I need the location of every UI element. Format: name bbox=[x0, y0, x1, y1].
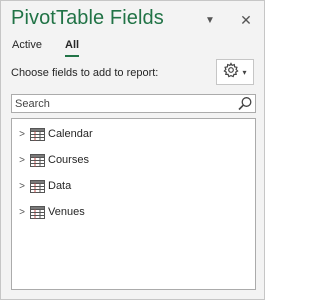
choose-fields-label: Choose fields to add to report: bbox=[11, 67, 159, 79]
search-box bbox=[11, 94, 256, 113]
dropdown-triangle-icon: ▼ bbox=[205, 14, 215, 26]
table-icon bbox=[30, 127, 45, 141]
chevron-right-icon[interactable]: > bbox=[15, 207, 29, 218]
field-list: > Calendar > Courses > Data > Venues bbox=[11, 118, 256, 290]
tab-all[interactable]: All bbox=[65, 39, 80, 57]
gear-icon bbox=[223, 61, 240, 83]
chevron-right-icon[interactable]: > bbox=[15, 181, 29, 192]
chevron-down-icon: ▾ bbox=[242, 67, 247, 77]
field-list-item-courses[interactable]: > Courses bbox=[12, 151, 255, 169]
search-input[interactable] bbox=[15, 96, 235, 111]
chevron-right-icon[interactable]: > bbox=[15, 129, 29, 140]
field-list-item-venues[interactable]: > Venues bbox=[12, 203, 255, 221]
task-pane-options-button[interactable]: ▼ bbox=[202, 11, 218, 29]
table-icon bbox=[30, 205, 45, 219]
search-icon[interactable] bbox=[237, 96, 253, 117]
tab-active-label: Active bbox=[12, 39, 42, 51]
tab-all-label: All bbox=[65, 39, 80, 51]
table-name: Data bbox=[48, 180, 72, 192]
pane-title: PivotTable Fields bbox=[11, 7, 164, 29]
table-name: Calendar bbox=[48, 128, 93, 140]
pivottable-fields-pane: PivotTable Fields ▼ ✕ Active All Choose … bbox=[0, 0, 265, 300]
chevron-right-icon[interactable]: > bbox=[15, 155, 29, 166]
tools-button[interactable]: ▾ bbox=[216, 59, 254, 85]
table-name: Venues bbox=[48, 206, 85, 218]
field-list-item-data[interactable]: > Data bbox=[12, 177, 255, 195]
table-icon bbox=[30, 153, 45, 167]
close-icon: ✕ bbox=[240, 11, 252, 28]
table-name: Courses bbox=[48, 154, 89, 166]
tab-active[interactable]: Active bbox=[12, 39, 42, 51]
selected-tab-indicator bbox=[65, 55, 80, 57]
close-button[interactable]: ✕ bbox=[238, 11, 254, 29]
table-icon bbox=[30, 179, 45, 193]
field-list-item-calendar[interactable]: > Calendar bbox=[12, 125, 255, 143]
